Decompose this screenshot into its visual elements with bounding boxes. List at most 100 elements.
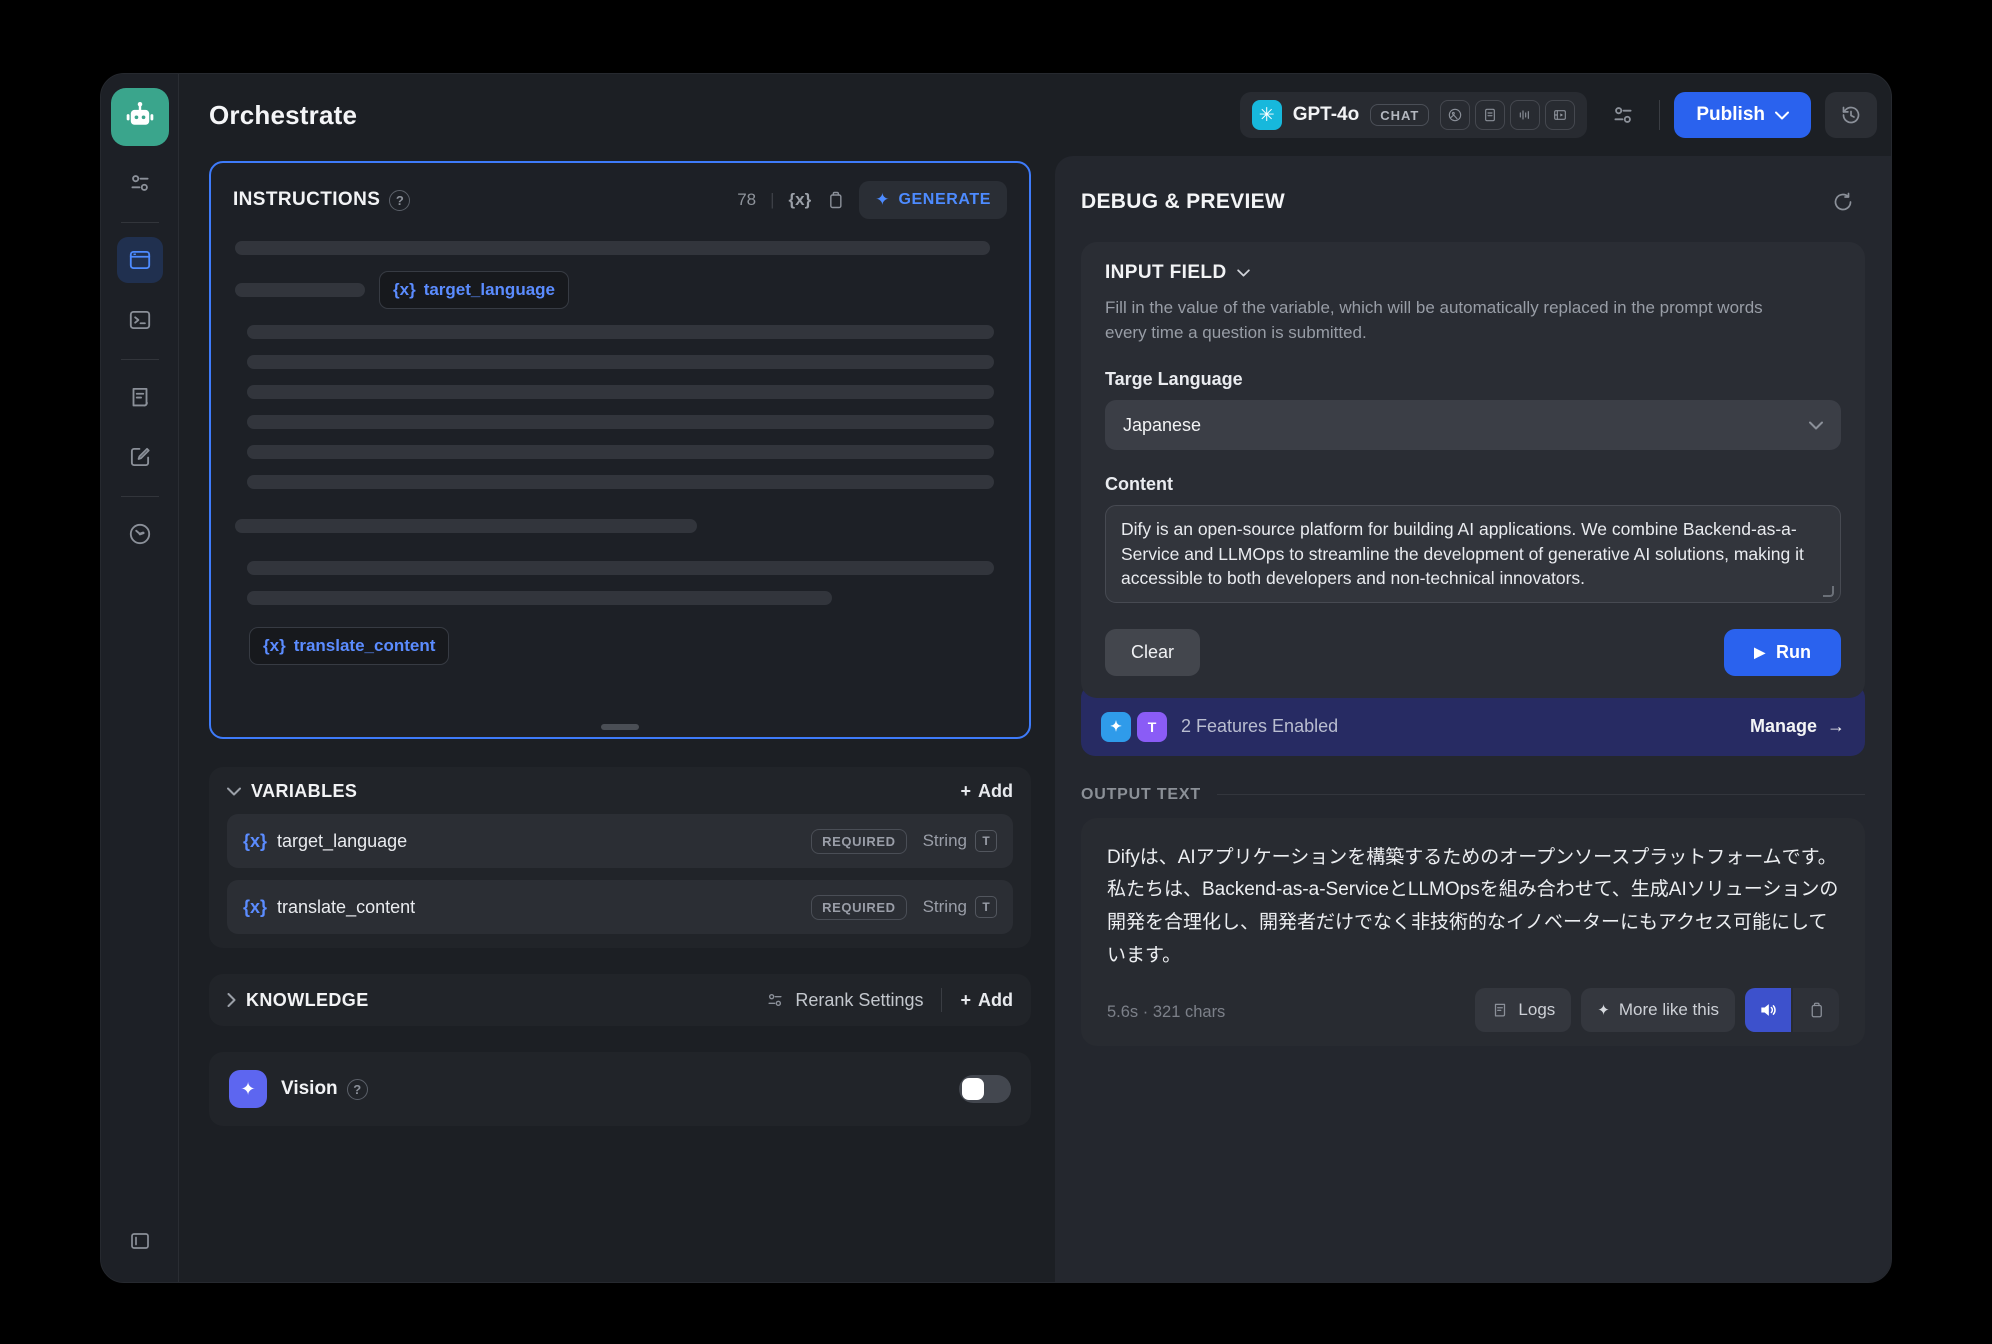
variable-chip-translate-content[interactable]: {x} translate_content (249, 627, 449, 665)
app-window: Orchestrate ✳ GPT-4o CHAT (100, 73, 1892, 1283)
rerank-settings-button[interactable]: Rerank Settings (765, 990, 923, 1011)
vision-capability-icon (1440, 100, 1470, 130)
page-title: Orchestrate (209, 100, 357, 131)
sidebar-divider (121, 496, 159, 497)
required-badge: REQUIRED (811, 895, 906, 920)
instructions-panel: INSTRUCTIONS ? 78 | {x} ✦ (209, 161, 1031, 739)
vision-toggle[interactable] (959, 1075, 1011, 1103)
variables-title: VARIABLES (251, 781, 357, 802)
add-knowledge-button[interactable]: +Add (960, 990, 1013, 1011)
speaker-button[interactable] (1745, 988, 1791, 1032)
output-meta: 5.6s · 321 chars (1107, 1003, 1225, 1032)
skeleton-line (235, 283, 365, 297)
sidebar-item-logs[interactable] (117, 374, 163, 420)
features-enabled-text: 2 Features Enabled (1181, 716, 1338, 737)
sparkle-icon: ✦ (1597, 1001, 1610, 1019)
sparkle-icon: ✦ (875, 190, 889, 210)
run-button[interactable]: ▶ Run (1724, 629, 1841, 676)
copy-icon (1807, 1000, 1825, 1020)
skeleton-line (247, 445, 994, 459)
output-text: Difyは、AIアプリケーションを構築するためのオープンソースプラットフォームで… (1107, 842, 1839, 973)
skeleton-line (235, 241, 990, 255)
input-field-header[interactable]: INPUT FIELD (1105, 262, 1841, 284)
variables-section: VARIABLES +Add {x} target_language REQUI… (209, 767, 1031, 948)
content-label: Content (1105, 474, 1841, 495)
input-field-card: INPUT FIELD Fill in the value of the var… (1081, 242, 1865, 698)
skeleton-line (247, 475, 994, 489)
string-type-icon[interactable]: T (975, 896, 997, 918)
parameters-icon[interactable] (1601, 93, 1645, 137)
knowledge-title: KNOWLEDGE (246, 990, 369, 1011)
model-params-icon[interactable] (117, 160, 163, 206)
text-to-speech-feature-icon: T (1137, 712, 1167, 742)
sidebar-divider (121, 359, 159, 360)
orchestrate-config-panel: INSTRUCTIONS ? 78 | {x} ✦ (179, 156, 1055, 1282)
sidebar-item-orchestrate[interactable] (117, 237, 163, 283)
collapse-sidebar-icon[interactable] (117, 1218, 163, 1264)
skeleton-line (247, 355, 994, 369)
prompt-editor[interactable]: {x} target_language (211, 225, 1029, 665)
skeleton-line (247, 561, 994, 575)
variable-row-target-language[interactable]: {x} target_language REQUIRED String T (227, 814, 1013, 868)
variable-chip-target-language[interactable]: {x} target_language (379, 271, 569, 309)
chevron-down-icon (1809, 421, 1823, 430)
skeleton-line (235, 519, 697, 533)
input-field-description: Fill in the value of the variable, which… (1105, 296, 1805, 345)
vision-feature-icon: ✦ (229, 1070, 267, 1108)
debug-preview-panel: DEBUG & PREVIEW INPUT FIELD (1055, 156, 1891, 1282)
audio-capability-icon (1510, 100, 1540, 130)
more-like-this-button[interactable]: ✦ More like this (1581, 988, 1735, 1032)
skeleton-line (247, 385, 994, 399)
openai-logo-icon: ✳ (1252, 100, 1282, 130)
publish-button[interactable]: Publish (1674, 92, 1811, 138)
required-badge: REQUIRED (811, 829, 906, 854)
string-type-icon[interactable]: T (975, 830, 997, 852)
logs-button[interactable]: Logs (1475, 988, 1571, 1032)
output-divider (1217, 794, 1865, 795)
sidebar-item-annotation[interactable] (117, 434, 163, 480)
sparkle-feature-icon: ✦ (1101, 712, 1131, 742)
skeleton-line (247, 325, 994, 339)
resize-drag-handle[interactable] (601, 724, 639, 730)
app-robot-icon[interactable] (111, 88, 169, 146)
instructions-title: INSTRUCTIONS (233, 189, 380, 211)
document-capability-icon (1475, 100, 1505, 130)
resize-corner-icon[interactable] (1823, 586, 1834, 597)
char-count: 78 (737, 190, 756, 210)
manage-features-button[interactable]: Manage → (1750, 716, 1845, 737)
knowledge-section: KNOWLEDGE Rerank Settings +Add (209, 974, 1031, 1026)
clear-button[interactable]: Clear (1105, 629, 1200, 676)
copy-output-button[interactable] (1793, 988, 1839, 1032)
chat-mode-badge: CHAT (1370, 104, 1429, 126)
top-bar: Orchestrate ✳ GPT-4o CHAT (179, 74, 1891, 156)
target-language-select[interactable]: Japanese (1105, 400, 1841, 450)
chevron-down-icon (1775, 111, 1789, 120)
skeleton-line (247, 591, 832, 605)
sidebar-item-monitoring[interactable] (117, 511, 163, 557)
version-history-icon[interactable] (1825, 92, 1877, 138)
debug-title: DEBUG & PREVIEW (1081, 190, 1285, 214)
restart-icon[interactable] (1821, 180, 1865, 224)
sidebar-divider (121, 222, 159, 223)
generate-button[interactable]: ✦ GENERATE (859, 181, 1007, 219)
sidebar (101, 74, 179, 1282)
rerank-settings-icon (765, 990, 785, 1010)
chevron-down-icon (1237, 269, 1250, 277)
insert-variable-icon[interactable]: {x} (789, 190, 812, 210)
output-text-label: OUTPUT TEXT (1081, 786, 1201, 804)
content-textarea[interactable]: Dify is an open-source platform for buil… (1105, 505, 1841, 603)
instructions-help-icon[interactable]: ? (389, 190, 410, 211)
video-capability-icon (1545, 100, 1575, 130)
chevron-right-icon[interactable] (227, 993, 236, 1007)
model-name: GPT-4o (1293, 104, 1360, 126)
logs-icon (1491, 1001, 1509, 1019)
variable-row-translate-content[interactable]: {x} translate_content REQUIRED String T (227, 880, 1013, 934)
arrow-right-icon: → (1827, 716, 1845, 737)
chevron-down-icon[interactable] (227, 787, 241, 796)
vision-help-icon[interactable]: ? (347, 1079, 368, 1100)
play-icon: ▶ (1754, 644, 1765, 661)
add-variable-button[interactable]: +Add (960, 781, 1013, 802)
copy-icon[interactable] (825, 189, 845, 211)
sidebar-item-terminal[interactable] (117, 297, 163, 343)
model-selector[interactable]: ✳ GPT-4o CHAT (1240, 92, 1588, 138)
